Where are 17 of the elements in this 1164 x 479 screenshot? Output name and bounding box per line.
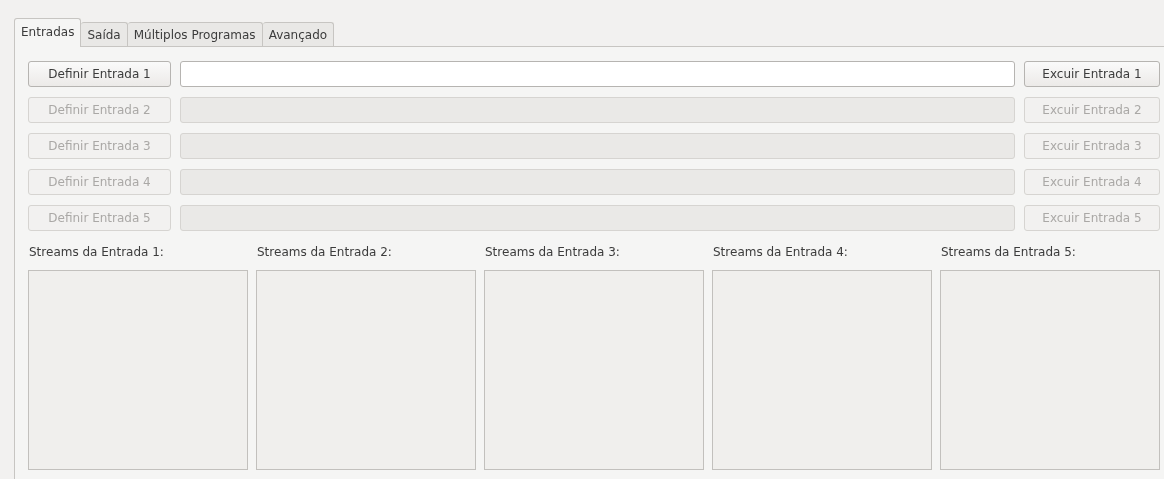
tab[interactable]: Entradas xyxy=(14,18,82,47)
streams-list[interactable] xyxy=(484,270,704,470)
streams-list[interactable] xyxy=(28,270,248,470)
streams-list[interactable] xyxy=(712,270,932,470)
tab[interactable]: Saída xyxy=(81,22,128,46)
streams-label: Streams da Entrada 5: xyxy=(941,244,1077,260)
streams-list[interactable] xyxy=(940,270,1160,470)
streams-label: Streams da Entrada 1: xyxy=(29,244,165,260)
input-field[interactable] xyxy=(180,61,1015,87)
streams-list[interactable] xyxy=(256,270,476,470)
tab[interactable]: Múltiplos Programas xyxy=(127,22,263,46)
streams-label: Streams da Entrada 3: xyxy=(485,244,621,260)
define-input-button[interactable]: Definir Entrada 1 xyxy=(28,61,171,87)
remove-input-button[interactable]: Excuir Entrada 1 xyxy=(1024,61,1160,87)
streams-label: Streams da Entrada 4: xyxy=(713,244,849,260)
tab[interactable]: Avançado xyxy=(262,22,335,46)
streams-label: Streams da Entrada 2: xyxy=(257,244,393,260)
